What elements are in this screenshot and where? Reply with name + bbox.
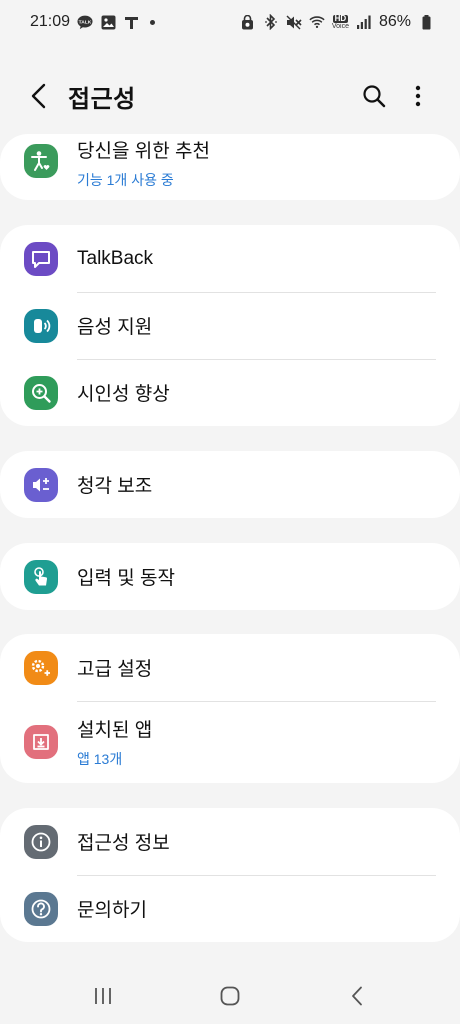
item-icon-box (24, 650, 58, 685)
item-label: 당신을 위한 추천 (77, 141, 210, 162)
hd-voice-icon: HD Voice (331, 13, 349, 30)
item-label: 설치된 앱 (77, 720, 153, 741)
item-icon-box (24, 559, 58, 594)
magnifier-plus-icon (32, 383, 51, 403)
text-t-icon (123, 14, 139, 30)
app-header: 접근성 (0, 64, 460, 128)
search-icon (363, 85, 386, 108)
battery-icon (418, 14, 434, 30)
menu-item-installed-apps[interactable]: 설치된 앱 앱 13개 (0, 701, 460, 783)
nav-back-button[interactable] (332, 976, 382, 1016)
page-title: 접근성 (68, 85, 136, 113)
home-button[interactable] (205, 976, 255, 1016)
info-icon (31, 832, 51, 851)
item-label: 시인성 향상 (77, 384, 170, 405)
item-icon-box (24, 725, 58, 759)
wifi-icon (309, 14, 325, 30)
more-vertical-icon (415, 85, 421, 107)
touch-finger-icon (34, 566, 48, 585)
item-label: TalkBack (77, 247, 154, 269)
chat-bubble-icon (32, 250, 50, 268)
card-about: 접근성 정보 문의하기 (0, 808, 460, 942)
item-label: 접근성 정보 (77, 833, 170, 854)
talk-badge-text: TALK (79, 19, 92, 25)
navigation-bar (0, 968, 460, 1024)
item-icon-box (24, 467, 58, 502)
menu-item-visibility[interactable]: 시인성 향상 (0, 359, 460, 426)
chevron-left-icon (31, 83, 46, 109)
card-advanced: 고급 설정 설치된 앱 앱 13개 (0, 634, 460, 783)
menu-item-contact-us[interactable]: 문의하기 (0, 875, 460, 942)
gears-plus-icon (31, 659, 50, 676)
item-icon-box (24, 824, 58, 859)
volume-adjust-icon (33, 477, 49, 491)
item-label: 청각 보조 (77, 476, 153, 497)
status-right: HD Voice 86% (240, 13, 434, 31)
gallery-icon (100, 14, 116, 30)
item-label: 고급 설정 (77, 659, 153, 680)
accessibility-person-icon (31, 151, 50, 171)
item-icon-box (24, 241, 58, 276)
card-interaction: 입력 및 동작 (0, 543, 460, 610)
item-icon-box (24, 891, 58, 926)
kakaotalk-icon: TALK (77, 14, 93, 30)
menu-item-recommended[interactable]: 당신을 위한 추천 기능 1개 사용 중 (0, 134, 460, 200)
signal-icon (356, 14, 372, 30)
card-hearing: 청각 보조 (0, 451, 460, 518)
item-sub: 앱 13개 (77, 751, 123, 767)
more-options-button[interactable] (398, 76, 438, 116)
battery-percent: 86% (378, 13, 411, 30)
item-label: 문의하기 (77, 900, 147, 921)
menu-item-talkback[interactable]: TalkBack (0, 225, 460, 292)
back-button[interactable] (22, 76, 54, 116)
recent-apps-icon (95, 988, 112, 1004)
hd-badge: HD (332, 13, 349, 23)
search-button[interactable] (354, 76, 394, 116)
alarm-lock-icon (240, 14, 256, 30)
status-left: 21:09 TALK (30, 13, 156, 31)
nav-back-icon (351, 986, 362, 1006)
menu-item-advanced[interactable]: 고급 설정 (0, 634, 460, 701)
card-vision: TalkBack 음성 지원 시인성 향상 (0, 225, 460, 426)
bluetooth-icon (263, 14, 279, 30)
menu-item-hearing[interactable]: 청각 보조 (0, 451, 460, 518)
menu-item-accessibility-info[interactable]: 접근성 정보 (0, 808, 460, 875)
recent-apps-button[interactable] (78, 976, 128, 1016)
item-icon-box (24, 144, 58, 178)
item-sub: 기능 1개 사용 중 (77, 172, 174, 188)
status-time: 21:09 (30, 13, 71, 30)
home-icon (220, 986, 240, 1006)
item-icon-box (24, 308, 58, 343)
voice-badge: Voice (331, 22, 349, 30)
status-bar: 21:09 TALK HD Voice 86% (0, 0, 460, 44)
question-icon (31, 899, 51, 918)
download-box-icon (33, 734, 49, 750)
mute-icon (286, 14, 302, 30)
menu-item-interaction[interactable]: 입력 및 동작 (0, 543, 460, 610)
menu-item-voice-assist[interactable]: 음성 지원 (0, 292, 460, 359)
voice-assist-icon (34, 318, 51, 333)
item-label: 입력 및 동작 (77, 568, 175, 589)
item-icon-box (24, 375, 58, 410)
item-label: 음성 지원 (77, 317, 153, 338)
more-notifications-dot (150, 19, 156, 25)
card-recommended: 당신을 위한 추천 기능 1개 사용 중 (0, 134, 460, 200)
